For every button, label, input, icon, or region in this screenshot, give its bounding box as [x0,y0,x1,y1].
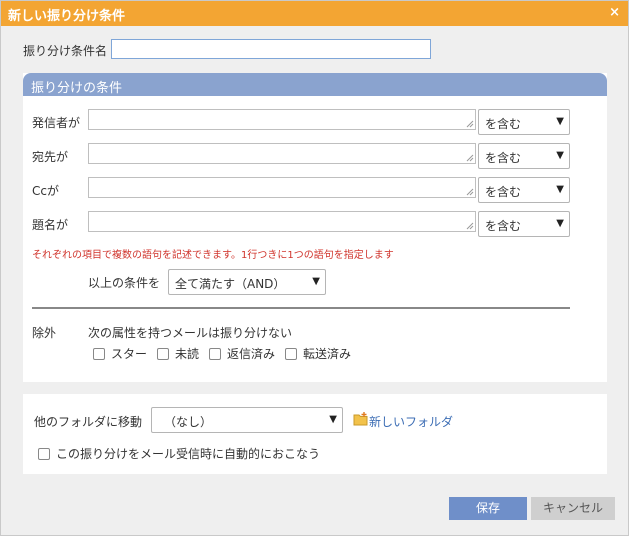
condition-label-cc: Ccが [32,184,59,198]
chevron-down-icon: ▼ [312,276,320,287]
logic-label: 以上の条件を [88,276,161,290]
new-folder-link[interactable]: 新しいフォルダ [369,413,453,430]
resize-grip-icon[interactable] [466,154,474,162]
condition-match-subject-value: を含む [485,219,522,233]
move-folder-value: （なし） [164,415,213,429]
conditions-note: それぞれの項目で複数の語句を記述できます。1行つきに1つの語句を指定します [32,250,394,261]
condition-label-to: 宛先が [32,150,69,164]
condition-label-sender: 発信者が [32,116,81,130]
condition-match-sender[interactable]: を含む ▼ [478,109,570,135]
filter-name-input[interactable] [111,39,431,59]
condition-match-subject[interactable]: を含む ▼ [478,211,570,237]
chevron-down-icon: ▼ [556,218,564,229]
exclude-unread-label: 未読 [175,347,200,361]
chevron-down-icon: ▼ [556,116,564,127]
auto-apply-checkbox[interactable]: この振り分けをメール受信時に自動的におこなう [38,445,320,462]
checkbox-icon [209,347,221,360]
checkbox-icon [285,347,297,360]
filter-name-label: 振り分け条件名 [23,44,108,58]
move-folder-select[interactable]: （なし） ▼ [151,407,343,433]
auto-apply-label: この振り分けをメール受信時に自動的におこなう [56,447,321,461]
exclude-unread-checkbox[interactable]: 未読 [157,345,199,362]
section-divider [32,307,570,309]
folder-panel [23,394,607,474]
exclude-replied-checkbox[interactable]: 返信済み [209,345,275,362]
checkbox-icon [38,447,50,460]
condition-input-sender[interactable] [88,109,476,130]
dialog-title: 新しい振り分け条件 [8,9,126,24]
condition-match-cc[interactable]: を含む ▼ [478,177,570,203]
filter-dialog: 新しい振り分け条件 × 振り分け条件名 振り分けの条件 発信者が を含む ▼ 宛… [0,0,629,536]
logic-select[interactable]: 全て満たす（AND） ▼ [168,269,326,295]
condition-input-to[interactable] [88,143,476,164]
exclusion-description: 次の属性を持つメールは振り分けない [88,326,293,340]
conditions-header: 振り分けの条件 [23,73,607,96]
new-folder-icon[interactable] [353,411,369,427]
logic-select-value: 全て満たす（AND） [175,277,286,291]
resize-grip-icon[interactable] [466,222,474,230]
exclude-starred-label: スター [111,347,148,361]
chevron-down-icon: ▼ [329,414,337,425]
condition-input-subject[interactable] [88,211,476,232]
exclude-forwarded-label: 転送済み [303,347,352,361]
dialog-titlebar: 新しい振り分け条件 × [1,1,628,26]
close-icon[interactable]: × [609,5,620,20]
resize-grip-icon[interactable] [466,120,474,128]
condition-input-cc[interactable] [88,177,476,198]
condition-match-to[interactable]: を含む ▼ [478,143,570,169]
chevron-down-icon: ▼ [556,184,564,195]
cancel-button[interactable]: キャンセル [531,497,615,520]
save-button[interactable]: 保存 [449,497,527,520]
move-folder-label: 他のフォルダに移動 [34,415,143,429]
conditions-header-title: 振り分けの条件 [31,81,123,96]
checkbox-icon [93,347,105,360]
condition-label-subject: 題名が [32,218,69,232]
exclude-starred-checkbox[interactable]: スター [93,345,147,362]
exclusion-label: 除外 [32,326,57,340]
checkbox-icon [157,347,169,360]
condition-match-to-value: を含む [485,151,522,165]
exclude-replied-label: 返信済み [227,347,276,361]
chevron-down-icon: ▼ [556,150,564,161]
exclude-forwarded-checkbox[interactable]: 転送済み [285,345,351,362]
condition-match-cc-value: を含む [485,185,522,199]
resize-grip-icon[interactable] [466,188,474,196]
condition-match-sender-value: を含む [485,117,522,131]
